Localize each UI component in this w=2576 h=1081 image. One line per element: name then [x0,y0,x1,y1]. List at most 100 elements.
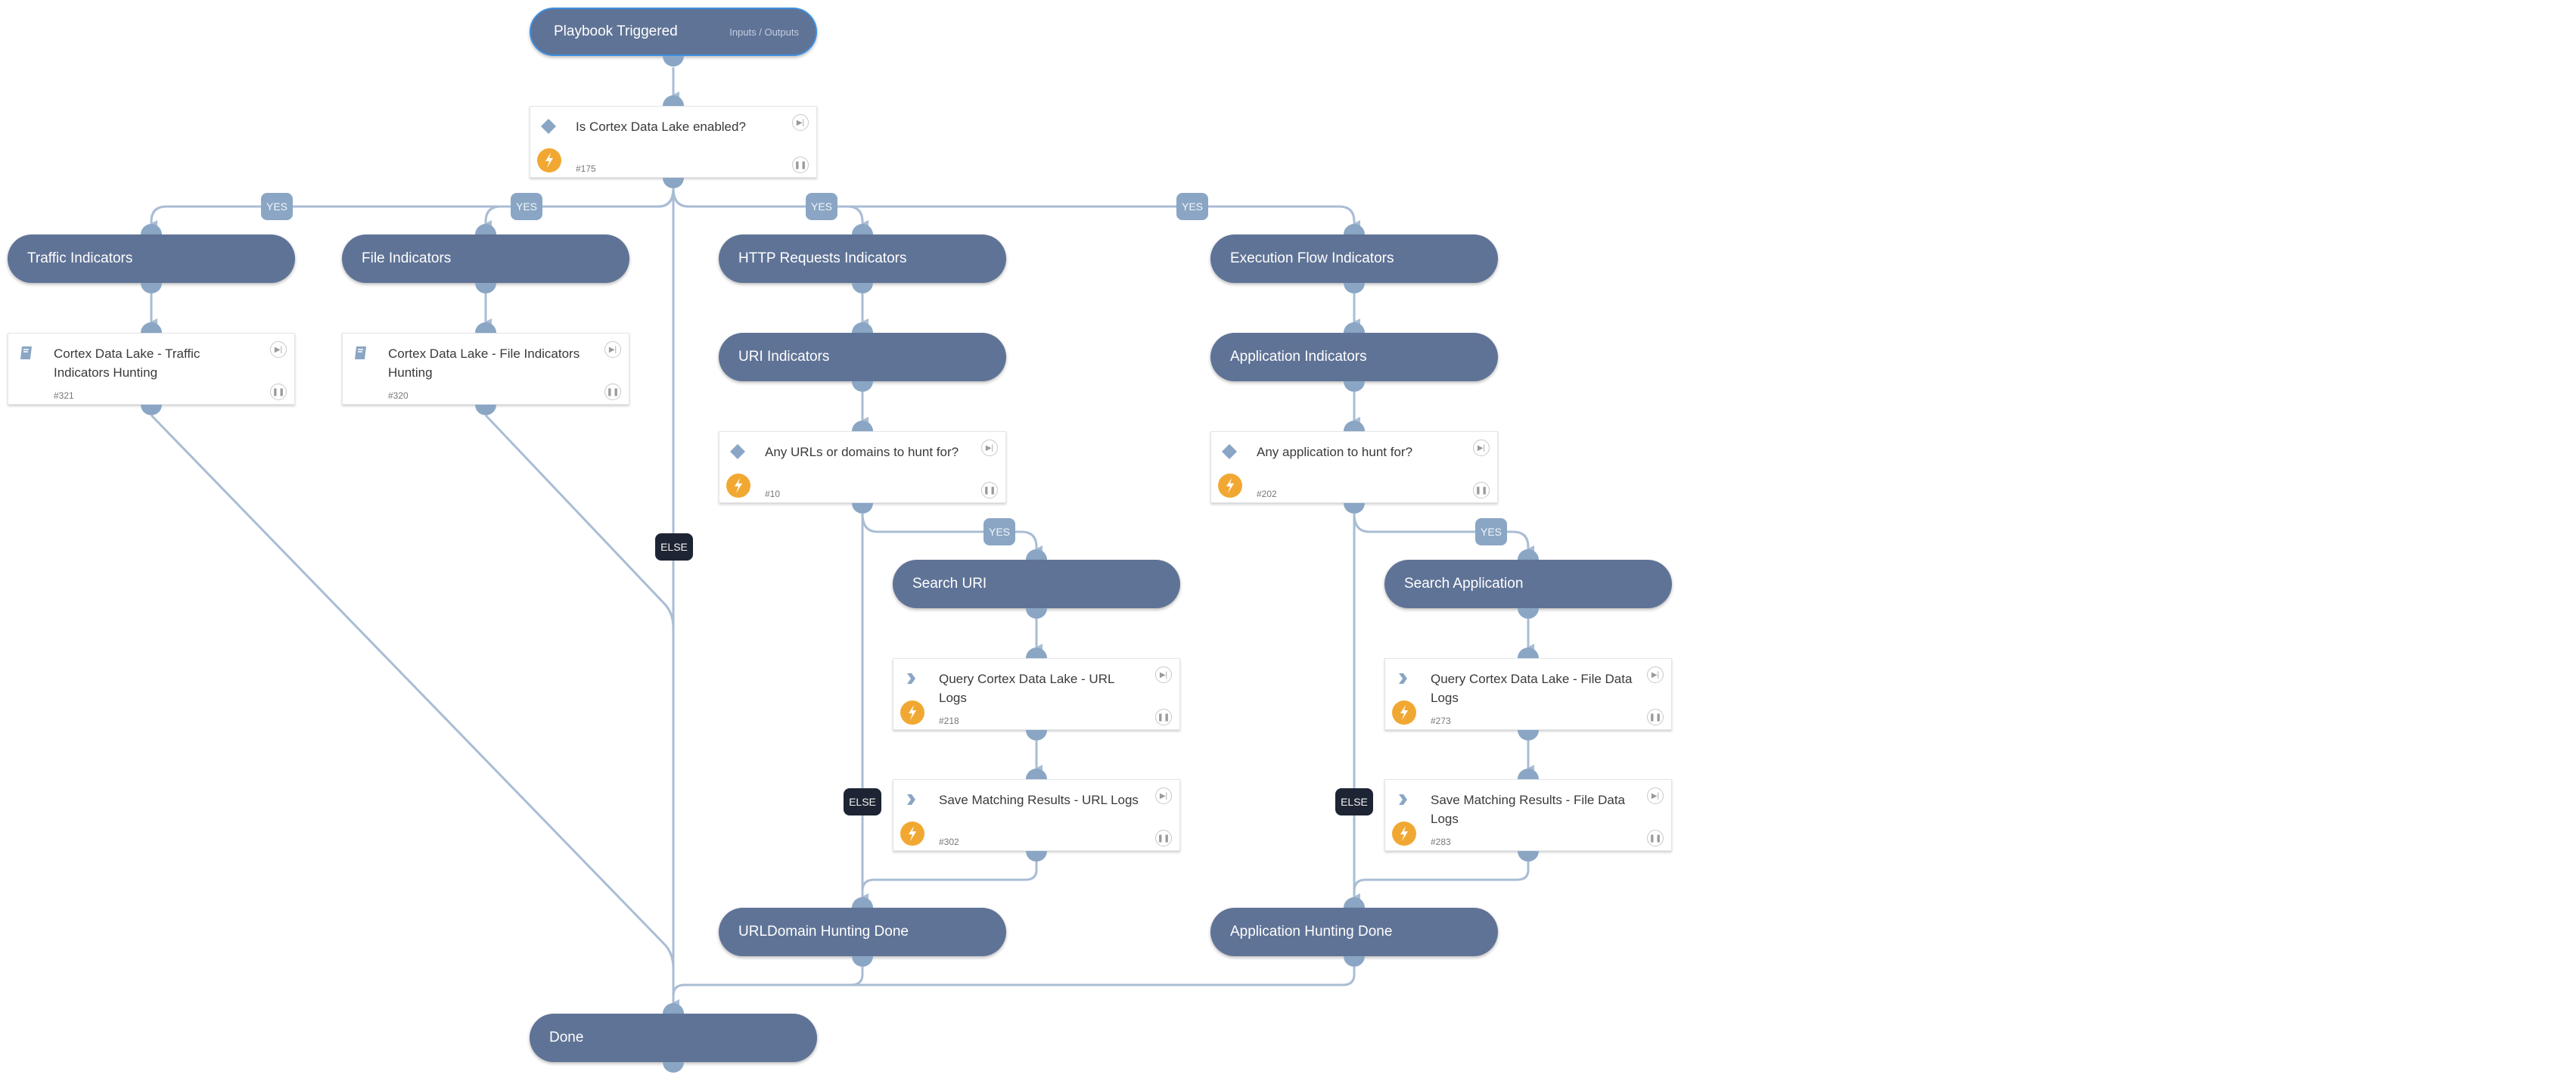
task-id: #320 [388,390,409,401]
playbook-canvas[interactable]: Playbook Triggered Inputs / Outputs Is C… [0,0,2576,1081]
skip-icon[interactable]: ▶| [792,114,809,131]
yes-label: YES [806,193,837,220]
pause-icon[interactable]: ❚❚ [792,157,809,173]
task-query-file-data-logs[interactable]: Query Cortex Data Lake - File Data Logs … [1384,658,1672,730]
task-file-hunting[interactable]: Cortex Data Lake - File Indicators Hunti… [342,333,629,405]
node-title: Traffic Indicators [27,250,133,266]
diamond-icon [1222,444,1237,459]
section-application-hunting-done[interactable]: Application Hunting Done [1210,908,1498,956]
skip-icon[interactable]: ▶| [1647,666,1664,683]
skip-icon[interactable]: ▶| [1155,666,1172,683]
decision-cdl-enabled[interactable]: Is Cortex Data Lake enabled? #175 ▶| ❚❚ [530,106,817,178]
skip-icon[interactable]: ▶| [981,440,998,456]
lightning-icon [1392,700,1416,725]
task-save-url-logs[interactable]: Save Matching Results - URL Logs #302 ▶|… [893,779,1180,851]
pause-icon[interactable]: ❚❚ [270,384,287,400]
edge-yes-exec [672,188,1360,228]
section-uri-indicators[interactable]: URI Indicators [719,333,1006,381]
decision-any-urls[interactable]: Any URLs or domains to hunt for? #10 ▶| … [719,431,1006,503]
decision-any-application[interactable]: Any application to hunt for? #202 ▶| ❚❚ [1210,431,1498,503]
skip-icon[interactable]: ▶| [1473,440,1490,456]
yes-label: YES [983,518,1015,545]
node-title: Application Indicators [1230,349,1367,365]
task-title: Any URLs or domains to hunt for? [765,445,959,459]
yes-label: YES [261,193,293,220]
chevron-right-icon [1399,673,1407,684]
task-title: Save Matching Results - URL Logs [939,793,1139,807]
task-title: Query Cortex Data Lake - File Data Logs [1431,672,1633,705]
skip-icon[interactable]: ▶| [1647,787,1664,804]
yes-label: YES [511,193,542,220]
else-label: ELSE [1335,788,1373,815]
task-title: Any application to hunt for? [1257,445,1413,459]
pause-icon[interactable]: ❚❚ [1473,482,1490,499]
lightning-icon [537,148,561,172]
else-label: ELSE [844,788,881,815]
book-icon [355,346,366,359]
pause-icon[interactable]: ❚❚ [1155,709,1172,725]
lightning-icon [1218,474,1242,498]
section-application-indicators[interactable]: Application Indicators [1210,333,1498,381]
task-id: #302 [939,837,959,847]
inputs-outputs-link[interactable]: Inputs / Outputs [729,26,799,38]
node-title: URLDomain Hunting Done [738,924,909,940]
playbook-triggered-node[interactable]: Playbook Triggered Inputs / Outputs [530,8,817,56]
node-title: HTTP Requests Indicators [738,250,907,266]
node-title: Search Application [1404,576,1524,592]
section-search-uri[interactable]: Search URI [893,560,1180,608]
skip-icon[interactable]: ▶| [604,341,621,358]
section-search-application[interactable]: Search Application [1384,560,1672,608]
node-title: Playbook Triggered [554,23,678,39]
lightning-icon [900,700,924,725]
diamond-icon [730,444,745,459]
diamond-icon [541,119,556,134]
edge-traffic-task-to-done [150,414,675,969]
node-title: Execution Flow Indicators [1230,250,1394,266]
book-icon [20,346,32,359]
skip-icon[interactable]: ▶| [270,341,287,358]
section-traffic-indicators[interactable]: Traffic Indicators [8,235,295,283]
pause-icon[interactable]: ❚❚ [604,384,621,400]
task-id: #202 [1257,489,1277,499]
skip-icon[interactable]: ▶| [1155,787,1172,804]
task-save-file-data-logs[interactable]: Save Matching Results - File Data Logs #… [1384,779,1672,851]
node-title: Application Hunting Done [1230,924,1393,940]
task-id: #175 [576,163,596,174]
pause-icon[interactable]: ❚❚ [1647,830,1664,846]
section-execution-flow-indicators[interactable]: Execution Flow Indicators [1210,235,1498,283]
lightning-icon [1392,822,1416,846]
node-title: URI Indicators [738,349,830,365]
task-title: Save Matching Results - File Data Logs [1431,793,1625,826]
task-title: Query Cortex Data Lake - URL Logs [939,672,1114,705]
task-id: #273 [1431,716,1451,726]
pause-icon[interactable]: ❚❚ [981,482,998,499]
chevron-right-icon [1399,794,1407,805]
task-title: Cortex Data Lake - File Indicators Hunti… [388,346,580,380]
else-label: ELSE [655,533,693,561]
task-id: #321 [54,390,74,401]
task-id: #218 [939,716,959,726]
section-http-requests-indicators[interactable]: HTTP Requests Indicators [719,235,1006,283]
task-id: #10 [765,489,781,499]
task-title: Cortex Data Lake - Traffic Indicators Hu… [54,346,200,380]
edge-save-to-urldone [861,862,1038,901]
section-urldomain-hunting-done[interactable]: URLDomain Hunting Done [719,908,1006,956]
node-title: Done [549,1030,584,1045]
yes-label: YES [1176,193,1208,220]
chevron-right-icon [907,673,915,684]
node-title: File Indicators [362,250,452,266]
node-title: Search URI [912,576,987,592]
lightning-icon [726,474,750,498]
pause-icon[interactable]: ❚❚ [1647,709,1664,725]
section-file-indicators[interactable]: File Indicators [342,235,629,283]
edge-appdone-to-done [685,967,1356,986]
chevron-right-icon [907,794,915,805]
pause-icon[interactable]: ❚❚ [1155,830,1172,846]
section-done[interactable]: Done [530,1014,817,1062]
task-id: #283 [1431,837,1451,847]
edge-savefile-to-appdone [1353,862,1530,901]
task-query-url-logs[interactable]: Query Cortex Data Lake - URL Logs #218 ▶… [893,658,1180,730]
task-traffic-hunting[interactable]: Cortex Data Lake - Traffic Indicators Hu… [8,333,295,405]
task-title: Is Cortex Data Lake enabled? [576,120,746,134]
edge-file-task-to-done [484,414,675,629]
